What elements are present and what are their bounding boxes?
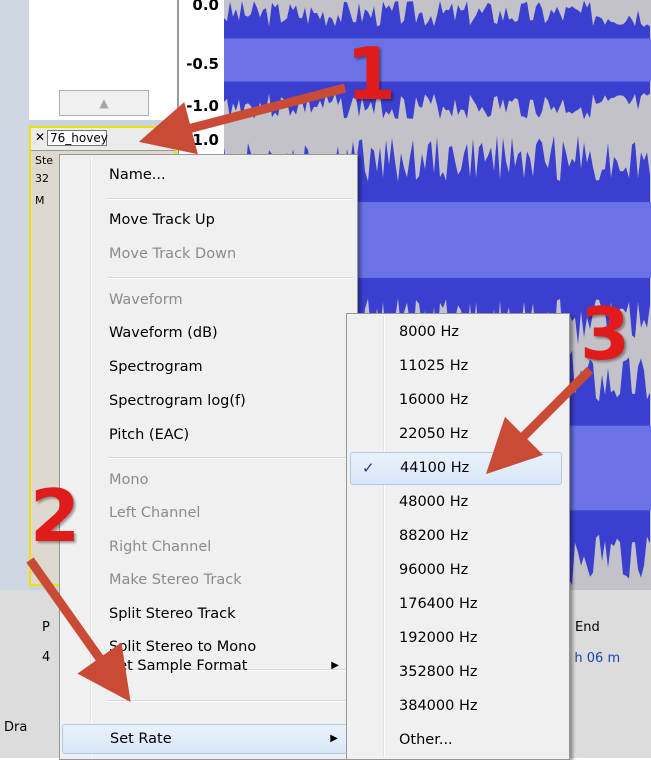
- annotation-number-3: 3: [580, 292, 631, 376]
- arrow-3: [485, 366, 594, 475]
- annotation-number-1: 1: [346, 32, 397, 116]
- arrow-2: [26, 557, 131, 703]
- annotation-arrows: [26, 83, 594, 703]
- annotation-number-2: 2: [30, 474, 81, 558]
- arrow-1: [138, 83, 347, 155]
